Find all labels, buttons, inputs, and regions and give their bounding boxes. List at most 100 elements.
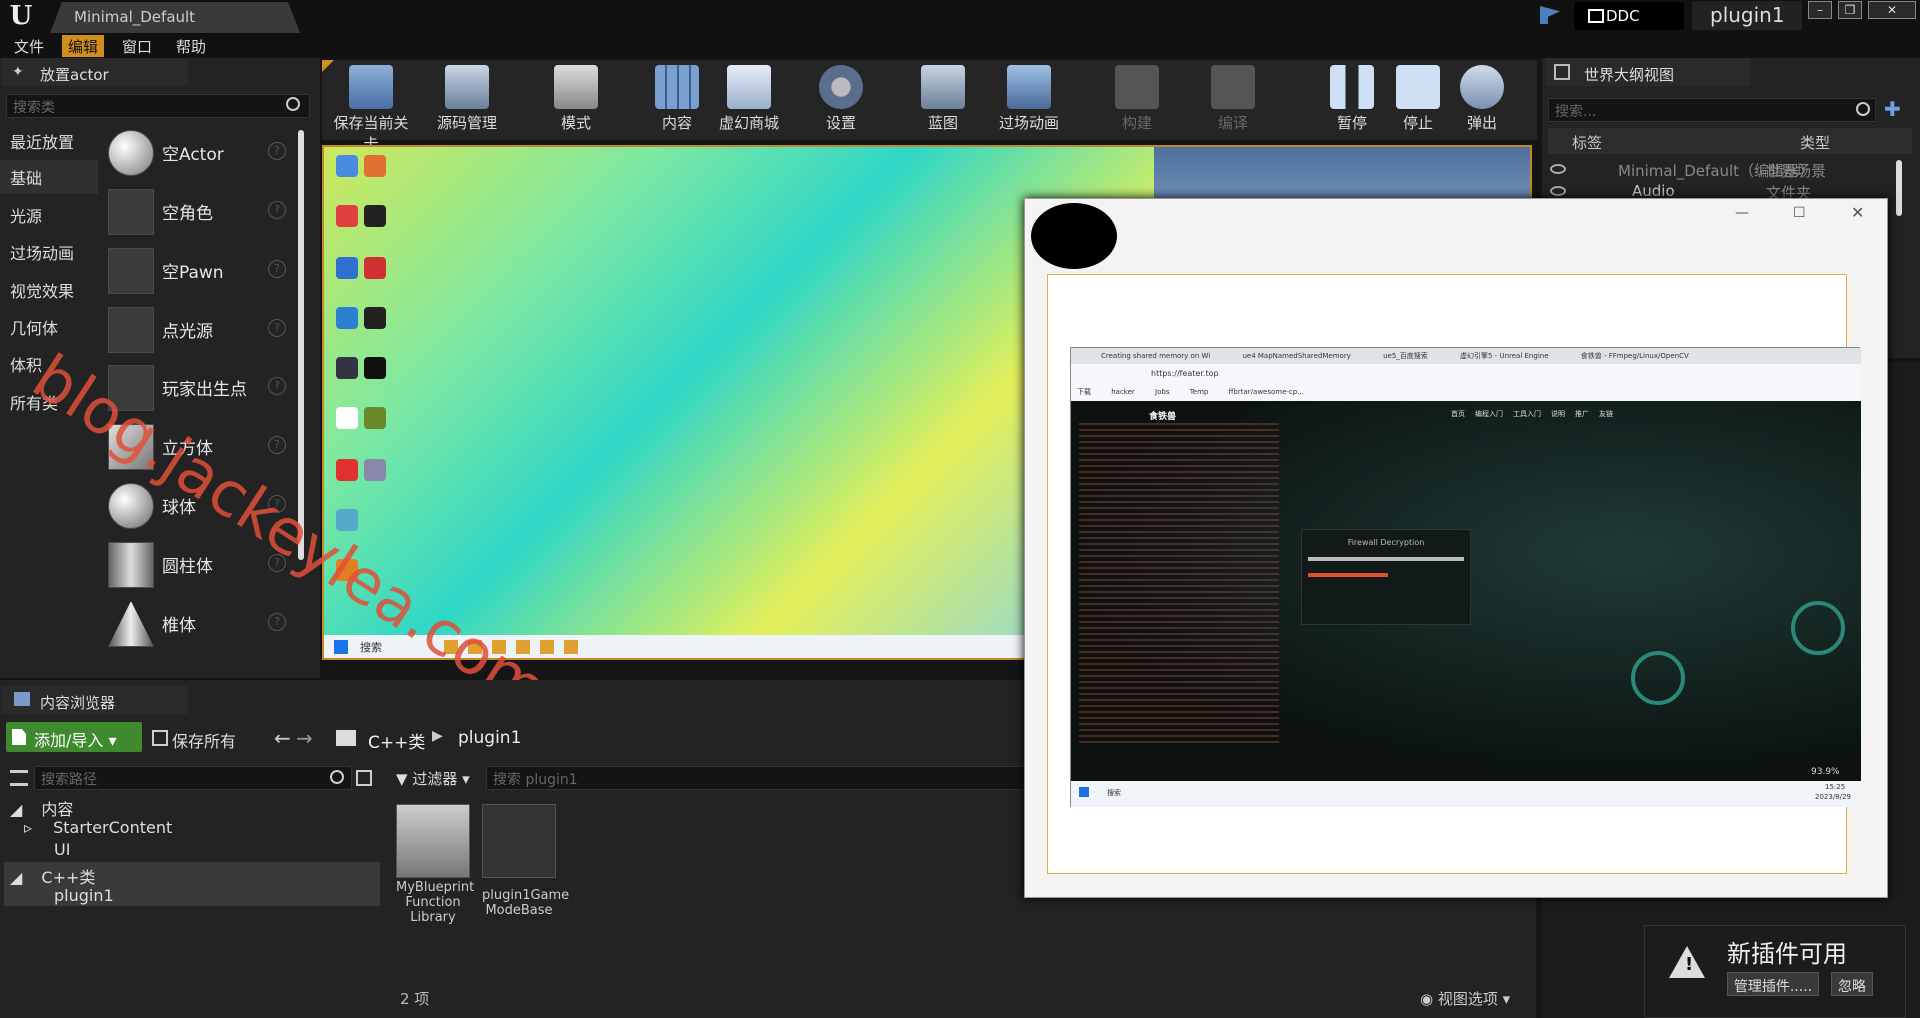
- help-icon[interactable]: ?: [268, 613, 286, 631]
- site-title[interactable]: 食铁兽: [1149, 409, 1176, 422]
- build-button[interactable]: 构建: [1096, 62, 1178, 138]
- decryption-progress-bar: [1308, 573, 1388, 577]
- actor-point-light[interactable]: 点光源?: [104, 303, 300, 359]
- save-level-button[interactable]: 保存当前关卡: [330, 62, 412, 153]
- category-recent[interactable]: 最近放置: [0, 124, 98, 158]
- menu-file[interactable]: 文件: [8, 35, 50, 57]
- add-import-button[interactable]: 添加/导入 ▾: [6, 722, 142, 752]
- class-search-input[interactable]: 搜索类: [6, 94, 310, 118]
- taskbar-search[interactable]: 搜索: [360, 639, 382, 655]
- eject-button[interactable]: 弹出: [1442, 62, 1522, 138]
- outliner-scrollbar[interactable]: [1896, 160, 1902, 216]
- back-arrow-icon[interactable]: ←: [274, 726, 291, 750]
- actor-label: 空角色: [162, 204, 213, 224]
- actor-empty-pawn[interactable]: 空Pawn?: [104, 244, 300, 300]
- bookmarks-bar: 下载 hacker Jobs Temp ffbrtar/awesome-cp..…: [1071, 384, 1861, 401]
- site-hero-terminal: 食铁兽 首页 编程入门 工具入门 说明 推广 友链 Firewall Decryption…: [1071, 401, 1861, 781]
- visibility-eye-icon[interactable]: [1550, 186, 1566, 196]
- category-geometry[interactable]: 几何体: [0, 310, 98, 344]
- level-document-tab[interactable]: Minimal_Default: [50, 2, 300, 33]
- site-nav-item[interactable]: 友链: [1599, 410, 1613, 418]
- browser-tab[interactable]: 虚幻引擎5 - Unreal Engine: [1460, 352, 1548, 360]
- marketplace-button[interactable]: 虚幻商城: [708, 62, 790, 138]
- path-view-options-icon[interactable]: [356, 770, 372, 786]
- compile-button[interactable]: 编译: [1192, 62, 1274, 138]
- tree-item-content[interactable]: ◢ 内容: [10, 796, 73, 819]
- minimize-button[interactable]: —: [1735, 205, 1749, 221]
- forward-arrow-icon[interactable]: →: [296, 726, 313, 750]
- category-visual-effects[interactable]: 视觉效果: [0, 273, 98, 307]
- actor-cone[interactable]: 椎体?: [104, 597, 300, 653]
- help-icon[interactable]: ?: [268, 260, 286, 278]
- help-icon[interactable]: ?: [268, 201, 286, 219]
- path-search-input[interactable]: 搜索路径: [34, 766, 352, 790]
- site-nav-item[interactable]: 推广: [1575, 410, 1589, 418]
- menu-help[interactable]: 帮助: [170, 35, 212, 57]
- tree-item-cpp-classes[interactable]: ◢ C++类: [10, 864, 95, 887]
- category-lights[interactable]: 光源: [0, 198, 98, 232]
- view-options-button[interactable]: ◉ 视图选项 ▾: [1420, 988, 1510, 1009]
- minimize-button[interactable]: –: [1808, 1, 1832, 19]
- bookmark[interactable]: ffbrtar/awesome-cp...: [1229, 388, 1304, 396]
- sources-toggle-icon[interactable]: [10, 770, 28, 786]
- asset-search-input[interactable]: 搜索 plugin1: [486, 766, 1026, 790]
- asset-label[interactable]: MyBlueprint Function Library: [396, 880, 474, 925]
- outliner-icon: [1554, 64, 1570, 80]
- actor-empty-character[interactable]: 空角色?: [104, 185, 300, 241]
- tree-item-startercontent[interactable]: ▹ StarterContent: [24, 818, 172, 840]
- menu-window[interactable]: 窗口: [116, 35, 158, 57]
- settings-button[interactable]: 设置: [800, 62, 882, 138]
- site-nav-item[interactable]: 首页: [1451, 410, 1465, 418]
- bookmark[interactable]: 下载: [1077, 388, 1091, 396]
- add-actor-icon[interactable]: ✚: [1884, 98, 1906, 120]
- gamepad-icon[interactable]: [482, 804, 556, 878]
- breadcrumb-cpp[interactable]: C++类: [368, 728, 425, 753]
- modes-button[interactable]: 模式: [535, 62, 617, 138]
- maximize-button[interactable]: ❐: [1838, 1, 1862, 19]
- source-control-button[interactable]: 源码管理: [426, 62, 508, 138]
- content-button[interactable]: 内容: [636, 62, 718, 138]
- blueprint-button[interactable]: 蓝图: [902, 62, 984, 138]
- maximize-button[interactable]: ☐: [1793, 205, 1806, 221]
- visibility-eye-icon[interactable]: [1550, 164, 1566, 174]
- site-nav[interactable]: 首页 编程入门 工具入门 说明 推广 友链: [1451, 409, 1613, 419]
- close-button[interactable]: ✕: [1851, 203, 1864, 222]
- outliner-search-input[interactable]: 搜索...: [1548, 98, 1876, 122]
- menu-edit[interactable]: 编辑: [62, 35, 105, 57]
- function-library-icon[interactable]: [396, 804, 470, 878]
- cinematics-button[interactable]: 过场动画: [988, 62, 1070, 138]
- asset-label[interactable]: plugin1Game ModeBase: [482, 888, 569, 918]
- breadcrumb-plugin1[interactable]: plugin1: [458, 728, 521, 748]
- help-icon[interactable]: ?: [268, 319, 286, 337]
- windows-start-icon[interactable]: [334, 640, 348, 654]
- close-button[interactable]: ✕: [1868, 1, 1916, 19]
- column-type[interactable]: 类型: [1800, 132, 1830, 153]
- edge-icon: [336, 257, 358, 279]
- screenshot-viewer-window[interactable]: — ☐ ✕ Creating shared memory on Wi ue4 M…: [1024, 198, 1888, 898]
- browser-tab[interactable]: ue4 MapNamedSharedMemory: [1242, 352, 1350, 360]
- manage-plugins-button[interactable]: 管理插件.....: [1727, 972, 1819, 996]
- browser-tab[interactable]: ue5_百度搜索: [1383, 352, 1428, 360]
- address-bar[interactable]: https://feater.top: [1071, 364, 1861, 384]
- column-label[interactable]: 标签: [1572, 132, 1602, 153]
- help-icon[interactable]: ?: [268, 436, 286, 454]
- category-basic[interactable]: 基础: [0, 160, 98, 194]
- tree-item-plugin1[interactable]: plugin1: [34, 886, 114, 908]
- ignore-button[interactable]: 忽略: [1831, 972, 1873, 996]
- site-nav-item[interactable]: 编程入门: [1475, 410, 1503, 418]
- filters-button[interactable]: ▼ 过滤器 ▾: [396, 768, 470, 789]
- help-icon[interactable]: ?: [268, 142, 286, 160]
- tree-item-ui[interactable]: UI: [34, 840, 70, 862]
- browser-tab[interactable]: Creating shared memory on Wi: [1101, 352, 1210, 360]
- bookmark[interactable]: Temp: [1190, 388, 1209, 396]
- toolbar-label: 停止: [1402, 114, 1433, 132]
- site-nav-item[interactable]: 工具入门: [1513, 410, 1541, 418]
- world-outliner-tab[interactable]: 世界大纲视图: [1546, 58, 1750, 86]
- bookmark[interactable]: Jobs: [1155, 388, 1169, 396]
- browser-tab[interactable]: 食铁兽 - FFmpeg/Linux/OpenCV: [1581, 352, 1689, 360]
- site-nav-item[interactable]: 说明: [1551, 410, 1565, 418]
- category-cinematic[interactable]: 过场动画: [0, 235, 98, 269]
- help-icon[interactable]: ?: [268, 377, 286, 395]
- bookmark[interactable]: hacker: [1111, 388, 1135, 396]
- actor-empty-actor[interactable]: 空Actor?: [104, 126, 300, 182]
